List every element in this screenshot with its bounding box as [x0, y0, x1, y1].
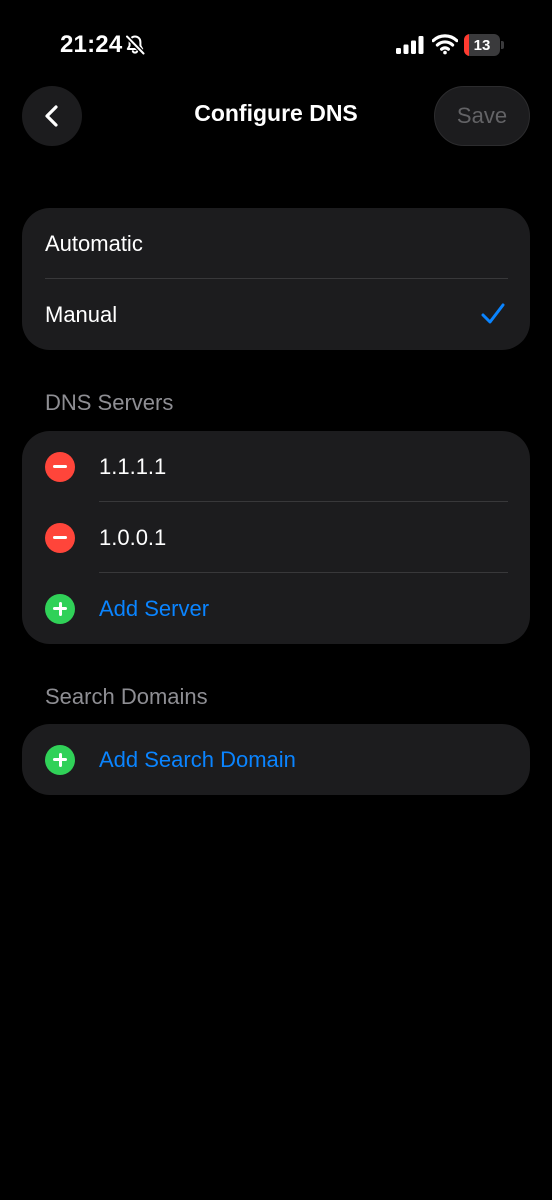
- status-bar: 21:24 13: [0, 0, 552, 90]
- server-row[interactable]: 1.1.1.1: [22, 431, 530, 502]
- remove-server-button[interactable]: [45, 522, 75, 553]
- checkmark-icon: [480, 301, 506, 327]
- cellular-signal-icon: [396, 36, 424, 54]
- section-header-dns-servers: DNS Servers: [45, 390, 174, 415]
- mode-option-label: Automatic: [45, 230, 143, 256]
- plus-icon-vertical: [58, 752, 62, 767]
- server-row[interactable]: 1.0.0.1: [22, 502, 530, 573]
- add-search-domain-row[interactable]: Add Search Domain: [22, 724, 530, 795]
- save-button[interactable]: Save: [434, 86, 530, 146]
- screen: 21:24 13 Configure DNS Save Automatic Ma…: [0, 0, 552, 1200]
- add-server-row[interactable]: Add Server: [22, 573, 530, 644]
- bell-slash-icon: [124, 34, 146, 56]
- battery-icon: 13: [464, 34, 500, 56]
- add-server-button[interactable]: [45, 593, 75, 624]
- server-address[interactable]: 1.1.1.1: [99, 454, 166, 480]
- plus-icon-vertical: [58, 601, 62, 616]
- add-search-domain-label[interactable]: Add Search Domain: [99, 747, 296, 773]
- mode-option-label: Manual: [45, 301, 118, 327]
- remove-server-button[interactable]: [45, 451, 75, 482]
- server-address[interactable]: 1.0.0.1: [99, 525, 166, 551]
- mode-option-automatic[interactable]: Automatic: [22, 208, 530, 279]
- minus-icon: [53, 465, 67, 468]
- battery-percentage: 13: [473, 36, 491, 54]
- wifi-icon: [431, 33, 459, 55]
- add-server-label[interactable]: Add Server: [99, 596, 209, 622]
- search-domains-group: Add Search Domain: [22, 724, 530, 795]
- mode-option-manual[interactable]: Manual: [22, 279, 530, 350]
- dns-mode-group: Automatic Manual: [22, 208, 530, 350]
- status-time: 21:24: [60, 31, 123, 58]
- minus-icon: [53, 536, 67, 539]
- battery-cap: [501, 41, 504, 49]
- dns-servers-group: 1.1.1.1 1.0.0.1 Add Server: [22, 431, 530, 644]
- add-search-domain-button[interactable]: [45, 744, 75, 775]
- section-header-search-domains: Search Domains: [45, 684, 208, 709]
